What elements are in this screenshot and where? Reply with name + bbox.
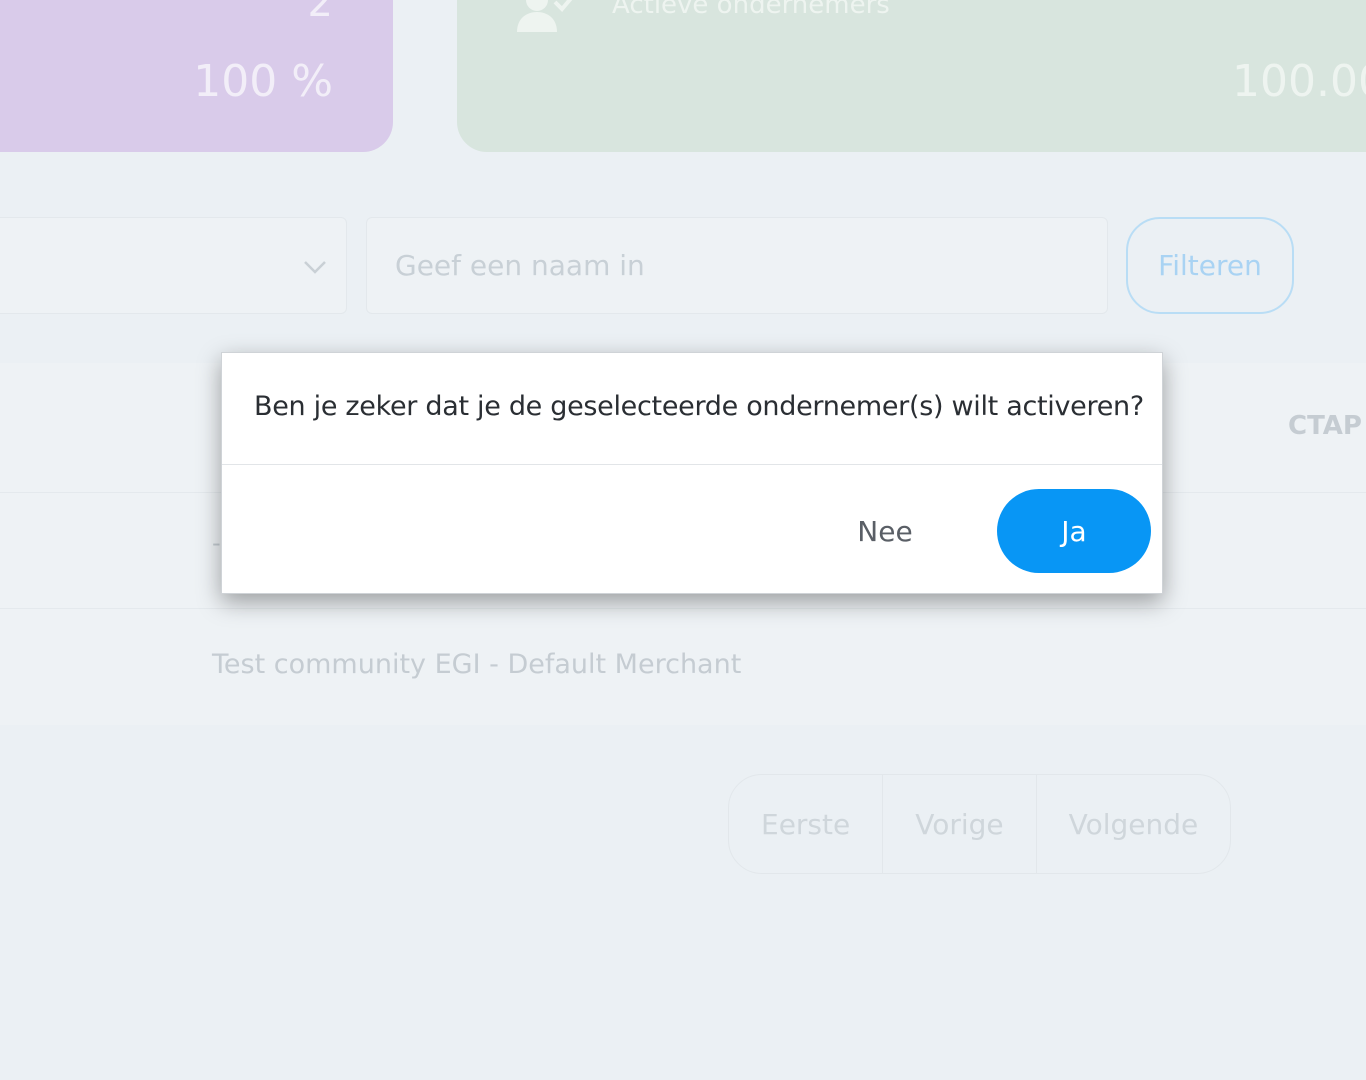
pagination: Eerste Vorige Volgende	[728, 774, 1232, 874]
confirm-button[interactable]: Ja	[997, 489, 1151, 573]
page: 2 100 % Actieve ondernemers 100.00 Filte…	[0, 0, 1366, 1080]
chevron-down-icon	[304, 261, 326, 274]
pagination-previous-button[interactable]: Vorige	[883, 775, 1037, 873]
table-header-ctap: CTAP	[1288, 411, 1362, 441]
search-input[interactable]	[366, 217, 1108, 314]
confirm-dialog-body: Ben je zeker dat je de geselecteerde ond…	[222, 353, 1162, 465]
stat-card-count: 2	[307, 0, 333, 26]
stat-card-value: 100.00	[1232, 56, 1366, 107]
stat-card-label: Actieve ondernemers	[612, 0, 890, 20]
table-cell-name: -	[212, 529, 221, 557]
table-cell-name: Test community EGI - Default Merchant	[212, 649, 742, 680]
stat-card-total: 2 100 %	[0, 0, 393, 152]
stat-card-percent: 100 %	[193, 56, 333, 107]
stat-card-active: Actieve ondernemers 100.00	[457, 0, 1366, 152]
pagination-next-button[interactable]: Volgende	[1037, 775, 1231, 873]
confirm-dialog: Ben je zeker dat je de geselecteerde ond…	[221, 352, 1163, 594]
type-select[interactable]	[0, 217, 347, 314]
user-check-icon	[517, 0, 573, 32]
confirm-dialog-message: Ben je zeker dat je de geselecteerde ond…	[254, 391, 1144, 422]
table-divider	[0, 608, 1366, 609]
cancel-button[interactable]: Nee	[833, 489, 937, 573]
pagination-first-button[interactable]: Eerste	[729, 775, 884, 873]
filter-button[interactable]: Filteren	[1126, 217, 1294, 314]
